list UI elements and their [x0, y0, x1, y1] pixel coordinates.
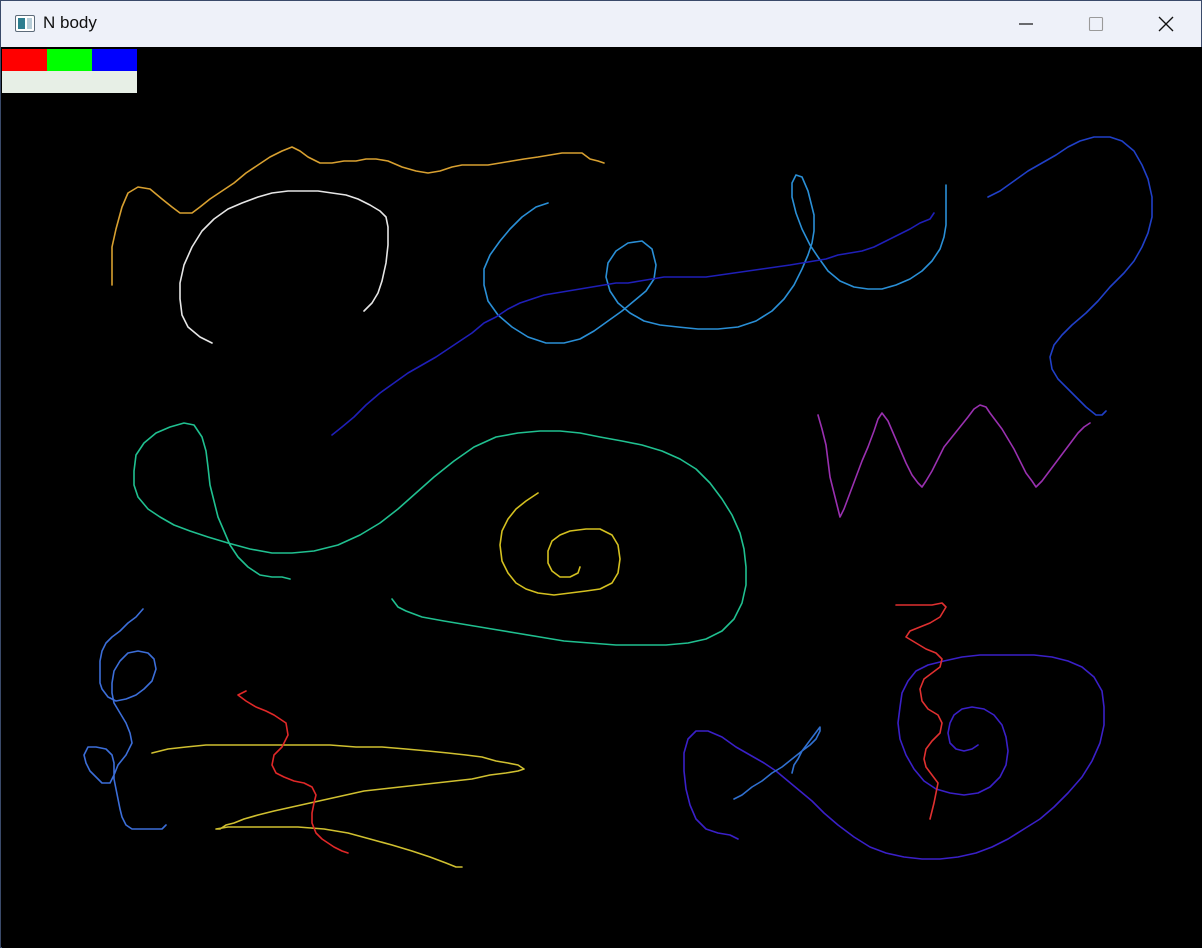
color-swatch-red[interactable]	[2, 49, 47, 71]
body-trail	[817, 404, 1091, 518]
body-trail	[483, 174, 947, 344]
body-trail	[179, 190, 389, 344]
body-trail	[331, 212, 935, 436]
close-icon	[1158, 16, 1174, 32]
trails-layer	[83, 136, 1153, 868]
close-button[interactable]	[1131, 1, 1201, 47]
body-trail	[895, 602, 947, 820]
body-trail	[83, 608, 167, 830]
window-title: N body	[43, 13, 97, 32]
body-trail	[683, 654, 1105, 860]
maximize-button[interactable]	[1061, 1, 1131, 47]
color-swatch-blue[interactable]	[92, 49, 137, 71]
body-trail	[111, 146, 605, 286]
app-window: N body	[0, 0, 1202, 948]
minimize-icon	[1019, 23, 1033, 25]
body-trail	[987, 136, 1153, 416]
parameter-input[interactable]	[2, 71, 137, 93]
body-trail	[237, 690, 349, 854]
body-trail	[133, 422, 747, 646]
title-bar[interactable]: N body	[1, 1, 1201, 47]
body-trail	[733, 726, 821, 800]
app-window-icon	[15, 15, 35, 32]
color-swatch-green[interactable]	[47, 49, 92, 71]
body-trail	[499, 492, 621, 596]
maximize-icon	[1088, 16, 1104, 32]
minimize-button[interactable]	[991, 1, 1061, 47]
simulation-canvas[interactable]	[2, 47, 1202, 948]
